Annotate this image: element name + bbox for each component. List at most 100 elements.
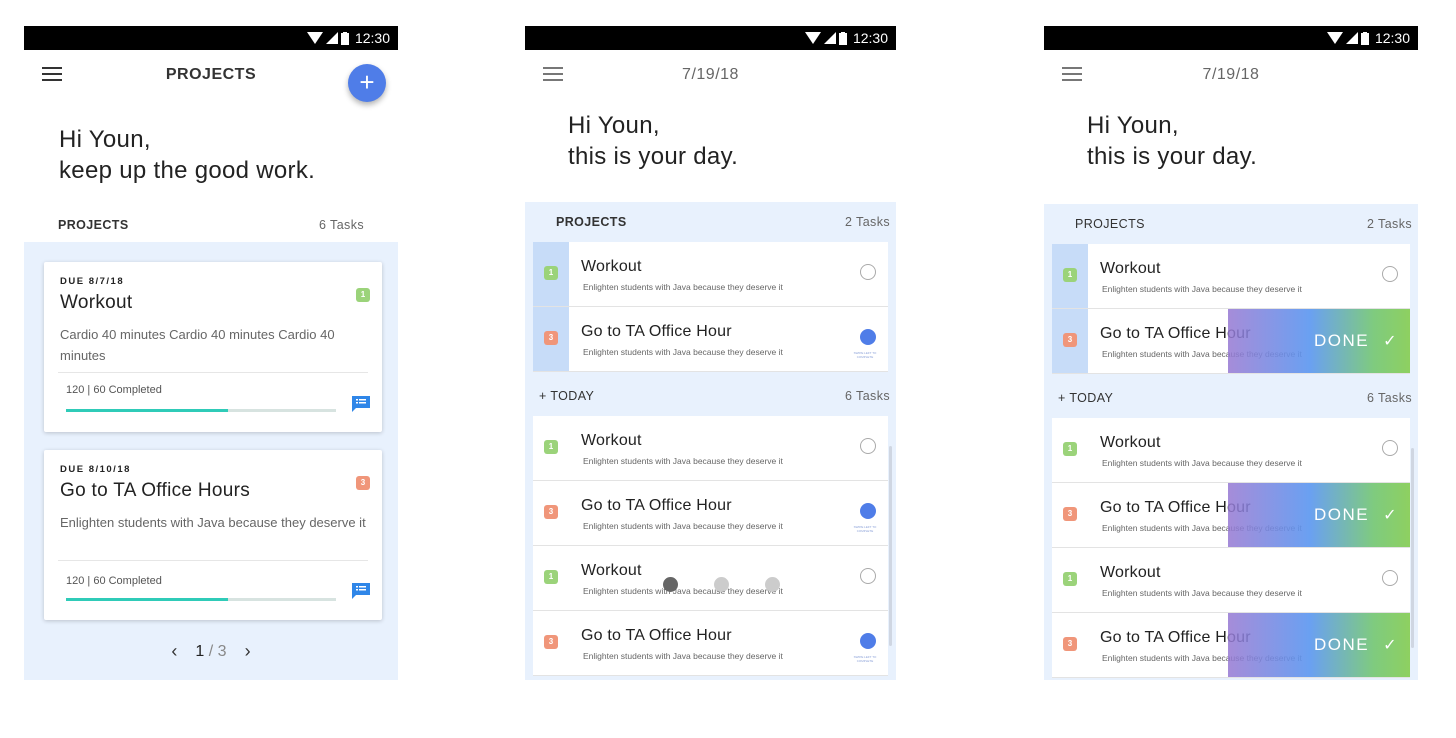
task-row[interactable]: 3 Go to TA Office Hour Enlighten student… [1052, 483, 1410, 548]
greeting-line-2: keep up the good work. [59, 157, 316, 184]
due-date: DUE 8/10/18 [60, 464, 131, 475]
task-row[interactable]: 3 Go to TA Office Hour Enlighten student… [1052, 309, 1410, 374]
task-description: Enlighten students with Java because the… [583, 521, 783, 531]
complete-checkbox[interactable] [1382, 570, 1398, 586]
progress-text: 120 | 60 Completed [66, 384, 162, 396]
project-card[interactable]: DUE 8/10/18 Go to TA Office Hours 3 Enli… [44, 450, 382, 620]
swipe-hint: SWIPE LEFT TO COMPLETE [853, 351, 877, 359]
page-dot[interactable] [663, 577, 678, 592]
section-count: 6 Tasks [1367, 391, 1412, 405]
task-row[interactable]: 1 Workout Enlighten students with Java b… [533, 242, 888, 307]
task-row[interactable]: 3 Go to TA Office Hour Enlighten student… [533, 307, 888, 372]
task-row[interactable]: 1 Workout Enlighten students with Java b… [1052, 244, 1410, 309]
page-indicator [663, 577, 780, 592]
day-screen-swiped: 12:30 7/19/18 Hi Youn, this is your day.… [1044, 26, 1418, 680]
task-description: Enlighten students with Java because the… [1102, 458, 1302, 468]
complete-checkbox[interactable] [860, 568, 876, 584]
greeting-line-1: Hi Youn, [59, 126, 151, 153]
priority-badge: 1 [1063, 572, 1077, 586]
due-date: DUE 8/7/18 [60, 276, 125, 287]
check-icon: ✓ [1383, 333, 1398, 350]
card-description: Enlighten students with Java because the… [60, 515, 366, 530]
projects-section-header: PROJECTS 2 Tasks [1044, 204, 1418, 244]
page-separator: / [208, 642, 214, 660]
complete-checkbox[interactable] [860, 329, 876, 345]
section-title: PROJECTS [556, 215, 627, 229]
project-cards-area: DUE 8/7/18 Workout 1 Cardio 40 minutes C… [24, 242, 398, 680]
progress-bar [66, 598, 336, 601]
status-bar: 12:30 [1044, 26, 1418, 50]
task-row[interactable]: 3 Go to TA Office Hour Enlighten student… [1052, 613, 1410, 678]
priority-badge: 1 [544, 570, 558, 584]
page-dot[interactable] [765, 577, 780, 592]
task-title: Workout [581, 258, 642, 275]
greeting: Hi Youn, this is your day. [525, 98, 896, 172]
project-card[interactable]: DUE 8/7/18 Workout 1 Cardio 40 minutes C… [44, 262, 382, 432]
task-row[interactable]: 3 Go to TA Office Hour Enlighten student… [533, 481, 888, 546]
status-time: 12:30 [354, 30, 390, 46]
current-page: 1 [195, 642, 205, 660]
today-section-header[interactable]: + TODAY 6 Tasks [525, 376, 896, 416]
section-title: + TODAY [539, 389, 595, 403]
divider [58, 560, 368, 561]
done-swipe-action[interactable]: DONE ✓ [1228, 613, 1410, 677]
done-swipe-action[interactable]: DONE ✓ [1228, 309, 1410, 373]
page-dot[interactable] [714, 577, 729, 592]
app-bar: 7/19/18 [1044, 50, 1418, 98]
projects-section-header: PROJECTS 2 Tasks [525, 202, 896, 242]
progress-fill [66, 409, 228, 412]
scrollbar[interactable] [1411, 448, 1414, 648]
task-row[interactable]: 1 Workout Enlighten students with Java b… [533, 416, 888, 481]
complete-checkbox[interactable] [1382, 440, 1398, 456]
task-row[interactable]: 1 Workout Enlighten students with Java b… [1052, 548, 1410, 613]
date-title: 7/19/18 [1202, 66, 1260, 83]
projects-section-header: PROJECTS 6 Tasks [24, 210, 398, 240]
total-pages: 3 [217, 642, 227, 660]
status-time: 12:30 [852, 30, 888, 46]
section-title: PROJECTS [1075, 217, 1145, 231]
next-page-button[interactable]: › [245, 641, 251, 662]
complete-checkbox[interactable] [860, 633, 876, 649]
task-description: Enlighten students with Java because the… [583, 456, 783, 466]
task-row[interactable]: 3 Go to TA Office Hour Enlighten student… [533, 611, 888, 676]
priority-badge: 3 [544, 635, 558, 649]
signal-icons [1326, 31, 1369, 45]
swipe-hint: SWIPE LEFT TO COMPLETE [853, 525, 877, 533]
section-title: + TODAY [1058, 391, 1114, 405]
complete-checkbox[interactable] [860, 438, 876, 454]
section-title: PROJECTS [58, 218, 129, 232]
date-title: 7/19/18 [682, 66, 739, 83]
complete-checkbox[interactable] [1382, 266, 1398, 282]
section-count: 2 Tasks [845, 215, 890, 229]
done-label: DONE [1313, 331, 1370, 350]
progress-text: 120 | 60 Completed [66, 575, 162, 587]
greeting: Hi Youn, this is your day. [1044, 98, 1418, 172]
app-bar: PROJECTS + [24, 50, 398, 102]
done-swipe-action[interactable]: DONE ✓ [1228, 483, 1410, 547]
section-count: 6 Tasks [845, 389, 890, 403]
task-description: Enlighten students with Java because the… [1102, 284, 1302, 294]
status-bar: 12:30 [525, 26, 896, 50]
complete-checkbox[interactable] [860, 503, 876, 519]
comment-icon[interactable] [352, 583, 370, 599]
priority-badge: 1 [356, 288, 370, 302]
done-label: DONE [1313, 505, 1370, 524]
previous-page-button[interactable]: ‹ [171, 641, 177, 662]
comment-icon[interactable] [352, 396, 370, 412]
today-section-header[interactable]: + TODAY 6 Tasks [1044, 378, 1418, 418]
task-description: Enlighten students with Java because the… [1102, 588, 1302, 598]
progress-fill [66, 598, 228, 601]
complete-checkbox[interactable] [860, 264, 876, 280]
task-title: Workout [1100, 434, 1161, 451]
divider [58, 372, 368, 373]
priority-badge: 3 [1063, 333, 1077, 347]
projects-screen: 12:30 PROJECTS + Hi Youn, keep up the go… [24, 26, 398, 680]
greeting-line-1: Hi Youn, [568, 112, 660, 139]
add-project-button[interactable]: + [348, 64, 386, 102]
task-row[interactable]: 1 Workout Enlighten students with Java b… [1052, 418, 1410, 483]
done-label: DONE [1313, 635, 1370, 654]
page-title: PROJECTS [165, 66, 257, 83]
task-title: Workout [1100, 260, 1161, 277]
card-title: Go to TA Office Hours [60, 480, 251, 501]
scrollbar[interactable] [889, 446, 892, 646]
